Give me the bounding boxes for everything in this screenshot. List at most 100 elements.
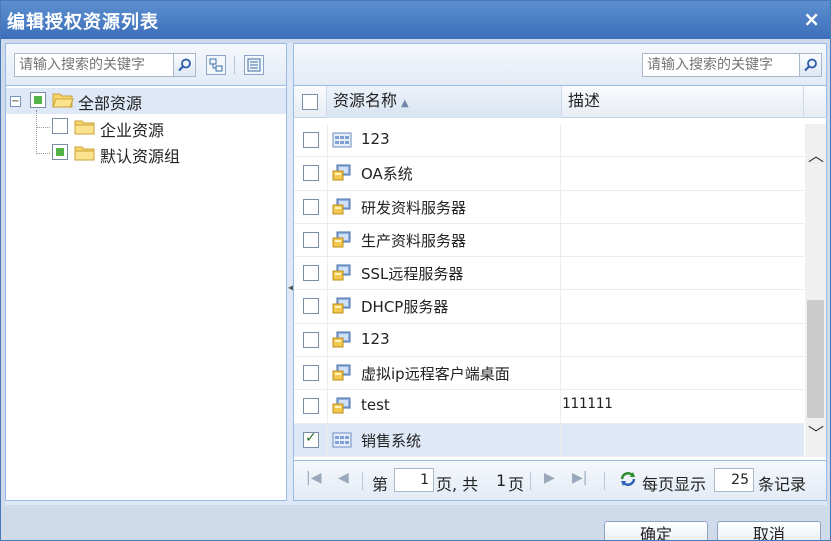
resource-name: 生产资料服务器 [361,231,467,250]
tree-toolbar [6,44,286,86]
cell-resource-name: SSL远程服务器 [327,257,561,291]
tree-node-checkbox[interactable] [52,144,68,160]
cell-resource-name: 研发资料服务器 [327,190,561,224]
per-page-input[interactable]: 25 [714,468,754,492]
row-checkbox[interactable] [303,165,319,182]
server-icon [332,397,351,414]
cell-resource-name: 虚拟ip远程客户端桌面 [327,357,561,391]
grid-header: 资源名称 ▲ 描述 [294,86,826,118]
toolbar-divider [234,56,235,74]
table-row[interactable]: 虚拟ip远程客户端桌面 [294,357,804,391]
table-row[interactable]: SSL远程服务器 [294,257,804,291]
cell-resource-name: OA系统 [327,157,561,191]
row-checkbox[interactable] [303,298,319,315]
dialog-footer: 确定 取消 [1,507,830,540]
grid-search-input[interactable] [643,54,799,76]
search-icon [803,58,817,72]
grid-pager: |◀ ◀ 第 1 页, 共 1 页 ▶ ▶| 每页显示 25 条记录 [294,460,826,500]
tree-node-default-group[interactable]: 默认资源组 [6,140,286,166]
cell-resource-name: DHCP服务器 [327,290,561,324]
next-page-icon[interactable]: ▶ [544,470,555,486]
cell-resource-name: 123 [327,323,561,357]
first-page-icon[interactable]: |◀ [306,470,321,486]
resource-tree: − 全部资源 企业资源 默认资源组 [6,88,286,166]
cell-resource-name: 生产资料服务器 [327,223,561,257]
table-row[interactable]: 销售系统 [294,423,804,457]
app-grid-icon [332,132,352,148]
expand-all-icon[interactable] [206,55,226,75]
ok-button[interactable]: 确定 [604,521,708,540]
table-row[interactable]: 研发资料服务器 [294,190,804,224]
folder-icon [74,120,95,135]
tree-search-button[interactable] [173,54,195,76]
table-row[interactable]: 123 [294,124,804,158]
tree-node-checkbox[interactable] [52,118,68,134]
server-icon [332,231,351,248]
column-header-desc-label: 描述 [568,91,601,110]
table-row[interactable]: 生产资料服务器 [294,223,804,258]
row-checkbox[interactable] [303,365,319,382]
resource-description: 111111 [562,396,613,413]
table-row[interactable]: test 111111 [294,390,804,424]
row-checkbox[interactable] [303,398,319,415]
table-row[interactable]: OA系统 [294,157,804,191]
server-icon [332,364,351,381]
tree-node-enterprise-resources[interactable]: 企业资源 [6,110,286,154]
prev-page-icon[interactable]: ◀ [338,470,349,486]
last-page-icon[interactable]: ▶| [572,470,587,486]
row-checkbox[interactable] [303,430,319,448]
tree-node-label: 全部资源 [78,94,143,113]
grid-search-box [642,53,822,77]
page-prefix: 第 [372,475,389,494]
dialog-body: − 全部资源 企业资源 默认资源组 [5,43,827,505]
list-view-icon[interactable] [244,55,264,75]
resource-name: test [361,396,390,415]
column-header-name[interactable]: 资源名称 ▲ [327,86,562,118]
select-all-checkbox[interactable] [302,94,318,110]
server-icon [332,264,351,281]
sort-asc-icon: ▲ [401,98,409,109]
tree-node-all-resources[interactable]: − 全部资源 [6,88,286,114]
resource-name: OA系统 [361,165,413,184]
scroll-down-icon[interactable]: ﹀ [808,420,824,444]
collapse-icon[interactable]: − [10,96,21,107]
tree-node-label: 默认资源组 [100,147,181,166]
server-icon [332,297,351,314]
dialog-titlebar[interactable]: 编辑授权资源列表 × [1,1,830,39]
table-row[interactable]: DHCP服务器 [294,290,804,324]
tree-search-input[interactable] [15,54,173,76]
column-header-desc[interactable]: 描述 [562,86,804,118]
row-checkbox[interactable] [303,331,319,348]
per-page-label: 每页显示 [642,475,707,494]
search-icon [177,58,191,72]
column-header-name-label: 资源名称 [333,91,398,110]
row-checkbox[interactable] [303,265,319,282]
cancel-button[interactable]: 取消 [717,521,821,540]
row-checkbox[interactable] [303,198,319,215]
scroll-thumb[interactable] [807,300,824,418]
folder-open-icon [52,93,74,108]
server-icon [332,164,351,181]
cell-resource-name: test [327,390,561,424]
app-grid-icon [332,432,352,448]
resource-tree-panel: − 全部资源 企业资源 默认资源组 [5,43,287,501]
refresh-icon[interactable] [618,469,638,489]
folder-icon [74,146,95,161]
table-row[interactable]: 123 [294,323,804,358]
dialog-window: 编辑授权资源列表 × 请输入搜索的关键字 − 全部资源 企业资源 默认资源组 ◀… [0,0,831,541]
server-icon [332,331,351,348]
row-checkbox[interactable] [303,132,319,148]
close-icon[interactable]: × [803,7,820,31]
grid-body: 123 OA系统研发资料服务器生产资料服务器 SSL远程服务器 DHCP服务器 123 虚… [294,124,804,457]
grid-vertical-scrollbar[interactable]: ︿ ﹀ [805,124,826,457]
page-number-input[interactable]: 1 [394,468,434,492]
tree-node-checkbox[interactable] [30,92,46,108]
row-checkbox[interactable] [303,231,319,248]
records-label: 条记录 [758,475,807,494]
cell-resource-name: 销售系统 [327,423,561,457]
tree-search-box [14,53,196,77]
total-pages: 1 [496,471,507,490]
resource-name: 123 [361,329,390,348]
grid-search-button[interactable] [799,54,821,76]
scroll-up-icon[interactable]: ︿ [808,142,824,166]
